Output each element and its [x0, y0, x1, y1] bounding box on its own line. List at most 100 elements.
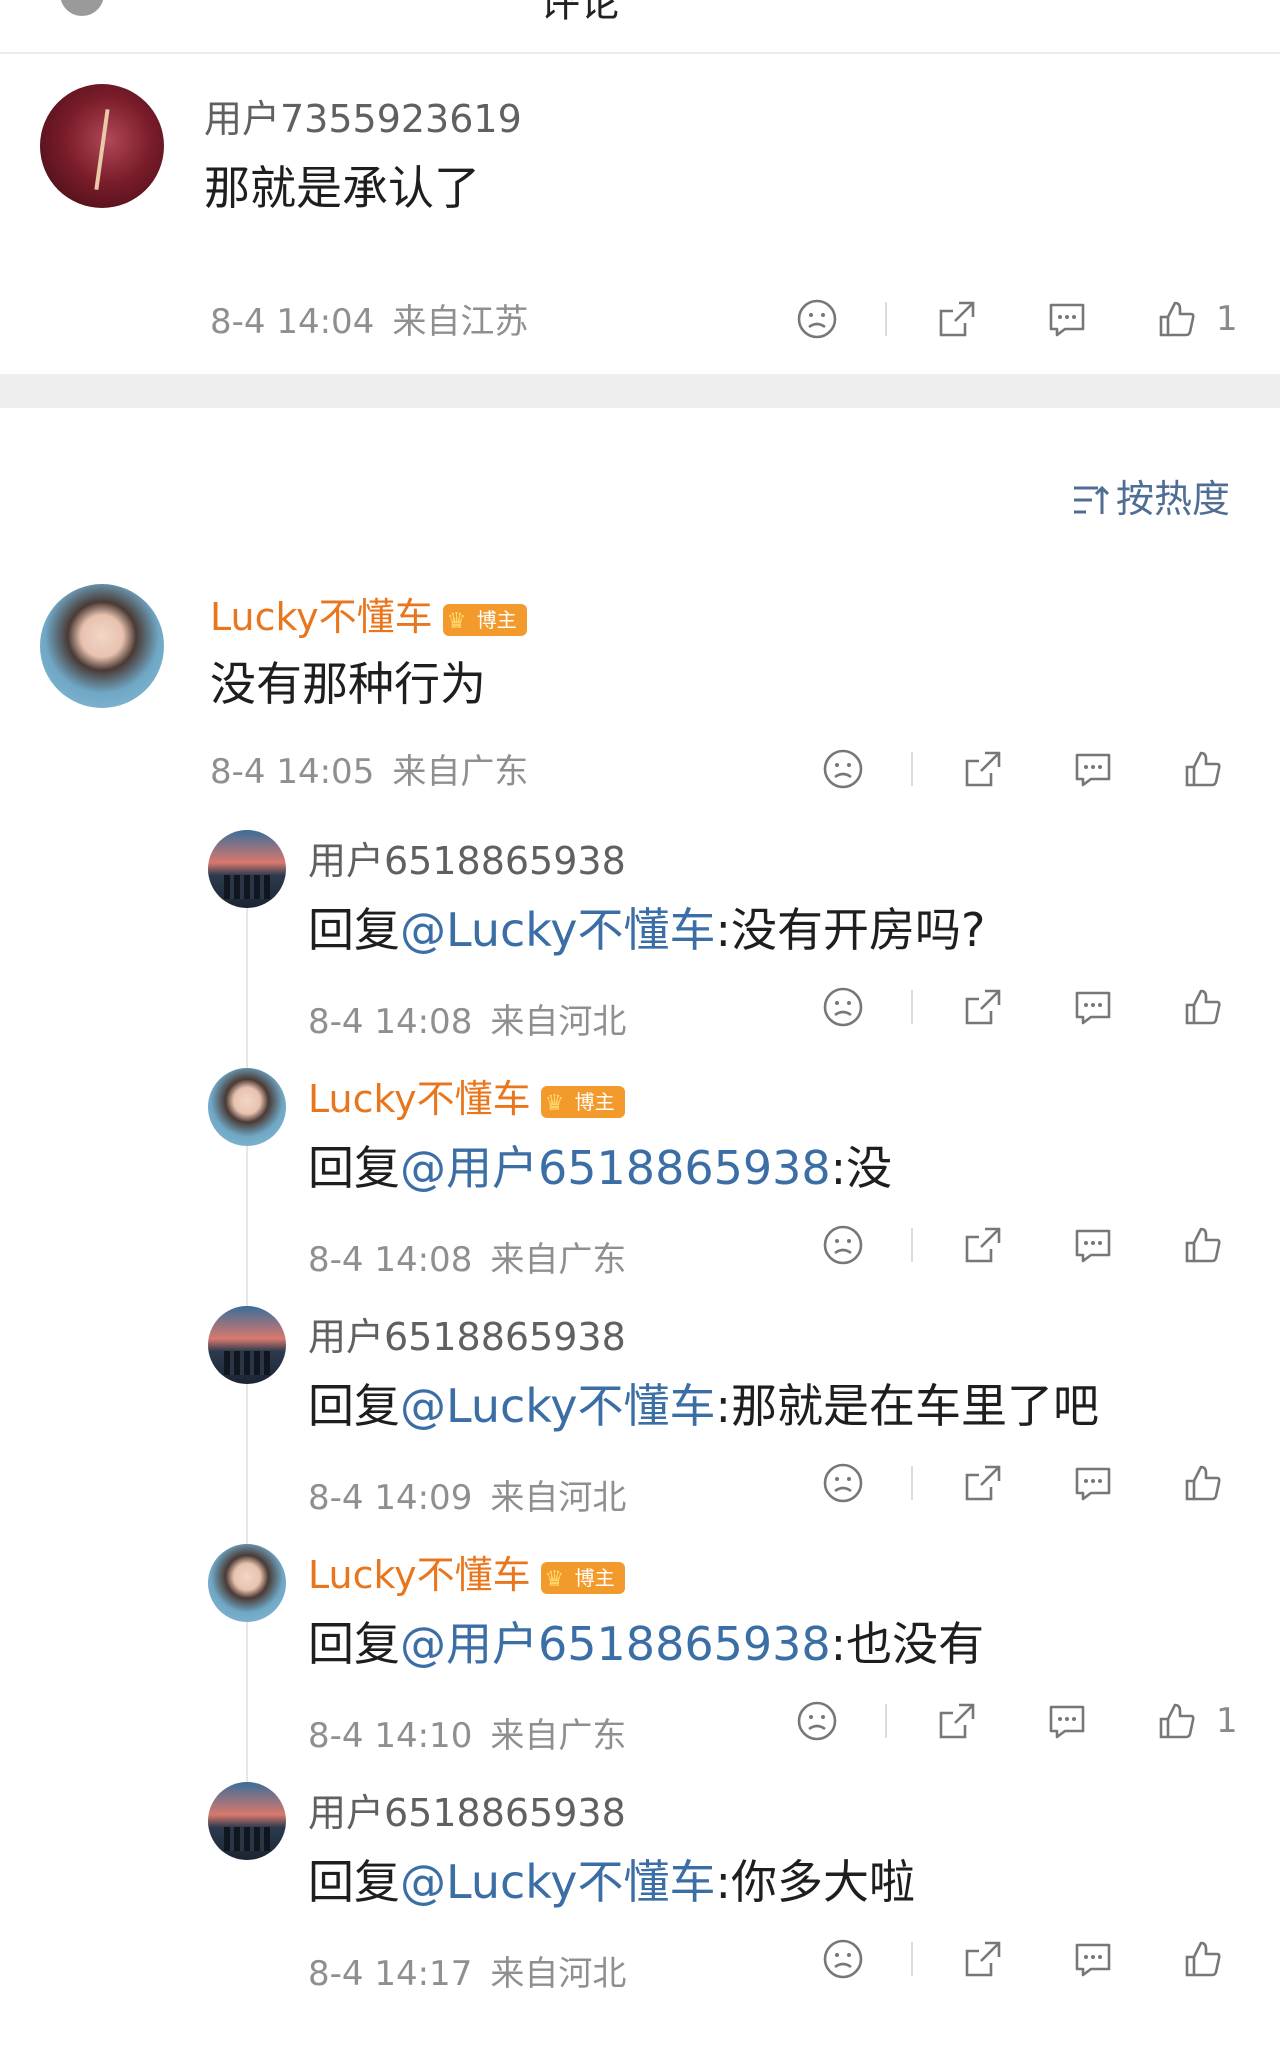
sad-face-icon	[823, 1939, 863, 1979]
reply-button[interactable]	[1068, 1934, 1118, 1984]
more-button[interactable]: ⋯	[1186, 0, 1222, 11]
reply-prefix: 回复	[308, 1855, 400, 1909]
dislike-button[interactable]	[792, 1696, 842, 1746]
comment-icon	[1075, 1943, 1111, 1977]
reply-text: 回复@用户6518865938:也没有	[308, 1608, 984, 1674]
dislike-button[interactable]	[792, 294, 842, 344]
like-button[interactable]	[1178, 982, 1228, 1032]
comment-username[interactable]: Lucky不懂车 ♛ 博主	[210, 586, 527, 641]
comment-icon	[1075, 991, 1111, 1025]
reply-body: :没	[830, 1141, 893, 1195]
dislike-button[interactable]	[818, 1458, 868, 1508]
reply-button[interactable]	[1068, 1458, 1118, 1508]
reply-button[interactable]	[1042, 294, 1092, 344]
reply-meta: 8-4 14:17 来自河北	[308, 1946, 626, 1995]
username-text: Lucky不懂车	[308, 1553, 531, 1597]
top-bar: 评论 ⋯	[0, 0, 1280, 54]
reply-button[interactable]	[1068, 982, 1118, 1032]
reply-meta: 8-4 14:09 来自河北	[308, 1470, 626, 1519]
reply-actions	[818, 1458, 1238, 1508]
thumbs-up-icon	[1185, 1465, 1221, 1501]
avatar[interactable]	[40, 584, 164, 708]
avatar[interactable]	[208, 1782, 286, 1860]
comment-time: 8-4 14:05	[210, 752, 375, 792]
reply-username[interactable]: 用户6518865938	[308, 830, 626, 885]
reply-location: 来自河北	[490, 1478, 627, 1518]
reply-button[interactable]	[1068, 744, 1118, 794]
blogger-badge: ♛ 博主	[540, 1085, 625, 1118]
sort-button[interactable]: 按热度	[1072, 468, 1230, 523]
comment-username[interactable]: 用户7355923619	[204, 88, 522, 143]
reply-username[interactable]: Lucky不懂车 ♛ 博主	[308, 1068, 625, 1123]
reply-body: :你多大啦	[715, 1855, 916, 1909]
reply-username[interactable]: 用户6518865938	[308, 1782, 626, 1837]
dislike-button[interactable]	[818, 1220, 868, 1270]
comment-time: 8-4 14:04	[210, 302, 375, 342]
sort-icon	[1073, 485, 1110, 514]
share-button[interactable]	[958, 1220, 1008, 1270]
share-icon	[965, 1941, 1001, 1977]
back-button[interactable]	[60, 0, 104, 16]
comment-meta: 8-4 14:05 来自广东	[210, 744, 528, 793]
like-button[interactable]	[1178, 744, 1228, 794]
reply-button[interactable]	[1068, 1220, 1118, 1270]
dislike-button[interactable]	[818, 1934, 868, 1984]
comment-location: 来自广东	[392, 752, 529, 792]
share-button[interactable]	[932, 1696, 982, 1746]
reply-prefix: 回复	[308, 1379, 400, 1433]
dislike-button[interactable]	[818, 982, 868, 1032]
avatar[interactable]	[40, 84, 164, 208]
reply-button[interactable]	[1042, 1696, 1092, 1746]
like-button[interactable]	[1152, 294, 1202, 344]
mention-link[interactable]: @Lucky不懂车	[400, 903, 716, 957]
share-icon	[965, 1227, 1001, 1263]
mention-link[interactable]: @用户6518865938	[400, 1141, 831, 1195]
reply-location: 来自河北	[490, 1002, 627, 1042]
sad-face-icon	[823, 987, 863, 1027]
share-icon	[965, 1465, 1001, 1501]
share-button[interactable]	[958, 1934, 1008, 1984]
username-text: Lucky不懂车	[210, 595, 433, 639]
sad-face-icon	[797, 1701, 837, 1741]
reply-username[interactable]: 用户6518865938	[308, 1306, 626, 1361]
like-button[interactable]	[1178, 1220, 1228, 1270]
share-icon	[965, 989, 1001, 1025]
share-button[interactable]	[958, 744, 1008, 794]
reply-username[interactable]: Lucky不懂车 ♛ 博主	[308, 1544, 625, 1599]
reply-meta: 8-4 14:08 来自广东	[308, 1232, 626, 1281]
reply-body: :没有开房吗?	[715, 903, 986, 957]
comment-icon	[1049, 1705, 1085, 1739]
like-button[interactable]	[1178, 1458, 1228, 1508]
reply-text: 回复@Lucky不懂车:那就是在车里了吧	[308, 1370, 1099, 1436]
reply-text: 回复@Lucky不懂车:你多大啦	[308, 1846, 915, 1912]
dislike-button[interactable]	[818, 744, 868, 794]
crown-icon: ♛	[544, 1566, 565, 1592]
reply-prefix: 回复	[308, 1617, 400, 1671]
share-icon	[939, 1703, 975, 1739]
reply-body: :那就是在车里了吧	[715, 1379, 1100, 1433]
badge-label: 博主	[476, 607, 517, 632]
reply-body: :也没有	[830, 1617, 985, 1671]
share-button[interactable]	[932, 294, 982, 344]
reply-location: 来自广东	[490, 1716, 627, 1756]
comment-icon	[1075, 1229, 1111, 1263]
like-button[interactable]	[1178, 1934, 1228, 1984]
reply-time: 8-4 14:10	[308, 1716, 473, 1756]
comment-meta: 8-4 14:04 来自江苏	[210, 294, 528, 343]
avatar[interactable]	[208, 830, 286, 908]
like-button[interactable]	[1152, 1696, 1202, 1746]
mention-link[interactable]: @用户6518865938	[400, 1617, 831, 1671]
comment-text: 没有那种行为	[210, 657, 486, 711]
share-button[interactable]	[958, 982, 1008, 1032]
share-button[interactable]	[958, 1458, 1008, 1508]
share-icon	[939, 301, 975, 337]
mention-link[interactable]: @Lucky不懂车	[400, 1379, 716, 1433]
avatar[interactable]	[208, 1068, 286, 1146]
avatar[interactable]	[208, 1544, 286, 1622]
section-divider	[0, 374, 1280, 408]
page-title: 评论	[540, 0, 620, 26]
like-count: 1	[1216, 299, 1238, 339]
mention-link[interactable]: @Lucky不懂车	[400, 1855, 716, 1909]
avatar[interactable]	[208, 1306, 286, 1384]
reply-prefix: 回复	[308, 1141, 400, 1195]
